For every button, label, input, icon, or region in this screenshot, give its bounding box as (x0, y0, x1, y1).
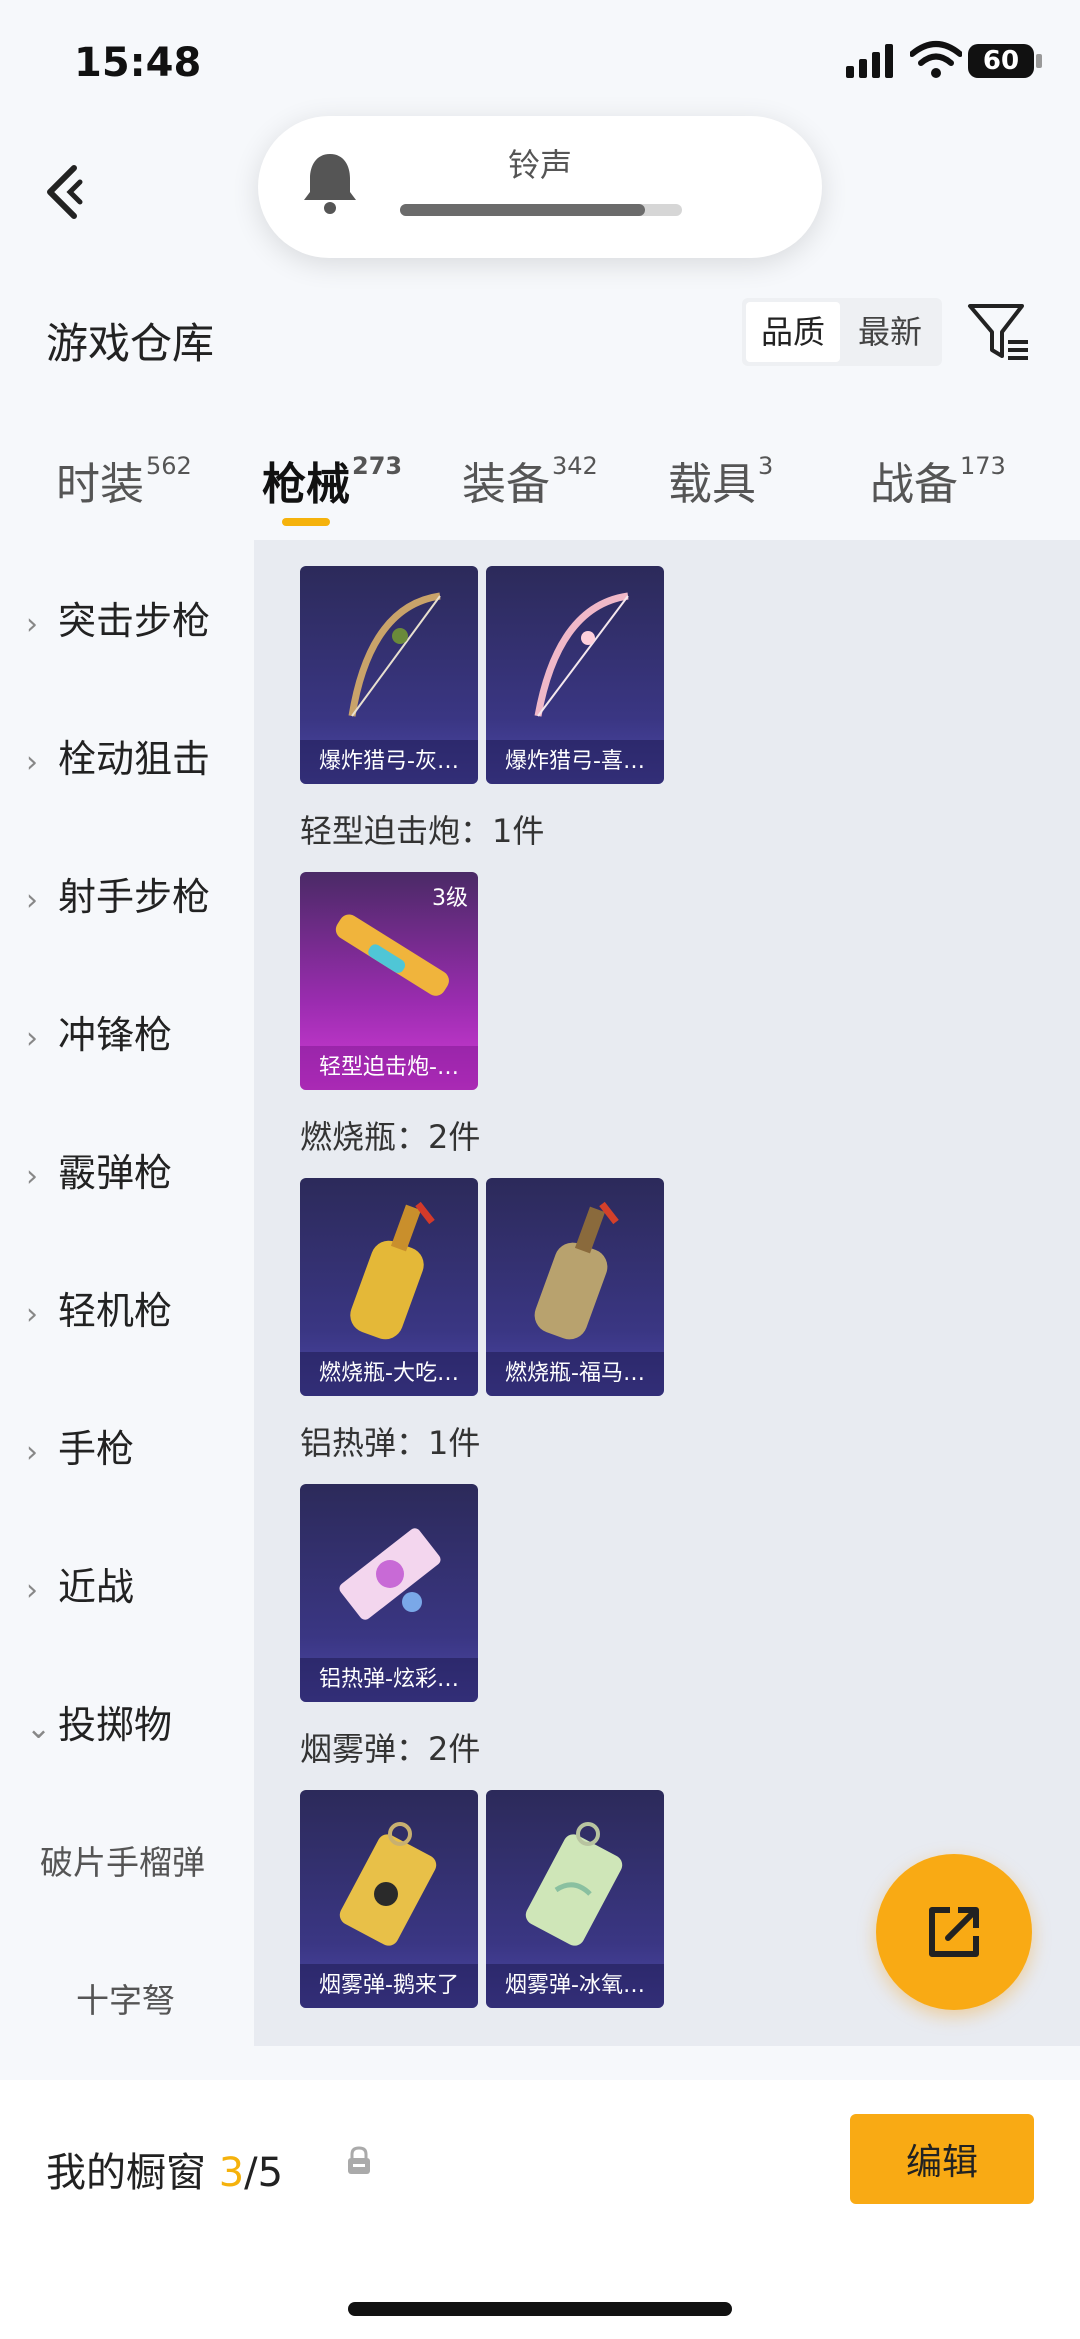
signal-icon (846, 44, 893, 78)
section-title: 燃烧瓶：2件 (300, 1118, 481, 1156)
sidebar-item-shotgun[interactable]: › 霰弹枪 (26, 1142, 172, 1197)
item-card[interactable]: 燃烧瓶-大吃… (300, 1178, 478, 1396)
home-indicator[interactable] (348, 2302, 732, 2316)
sidebar-item-bolt-sniper[interactable]: › 栓动狙击 (26, 728, 210, 783)
bell-icon (304, 154, 356, 214)
sidebar-item-label: 射手步枪 (58, 875, 211, 919)
sidebar-item-label: 栓动狙击 (58, 737, 211, 781)
section-title: 烟雾弹：2件 (300, 1730, 481, 1768)
tab-label: 枪械 (262, 459, 350, 510)
showcase-title: 我的橱窗 3/5 (46, 2140, 283, 2198)
item-card[interactable]: 铝热弹-炫彩… (300, 1484, 478, 1702)
sidebar-item-label: 手枪 (58, 1427, 135, 1471)
tab-tactical[interactable]: 战备173 (870, 448, 1006, 512)
item-name: 轻型迫击炮-… (300, 1046, 478, 1090)
chevron-right-icon: › (26, 883, 38, 918)
item-card[interactable]: 爆炸猎弓-喜… (486, 566, 664, 784)
item-name: 爆炸猎弓-灰… (300, 740, 478, 784)
sidebar-item-assault-rifle[interactable]: › 突击步枪 (26, 590, 210, 645)
chevron-down-icon: ⌄ (26, 1711, 52, 1746)
sidebar-subitem-frag-grenade[interactable]: 破片手榴弹 (40, 1836, 205, 1884)
item-name: 爆炸猎弓-喜… (486, 740, 664, 784)
filter-icon[interactable] (966, 302, 1032, 364)
sort-quality-button[interactable]: 品质 (746, 302, 840, 362)
sidebar-item-pistol[interactable]: › 手枪 (26, 1418, 134, 1473)
tab-count: 562 (146, 452, 192, 480)
item-card[interactable]: 烟雾弹-冰氧… (486, 1790, 664, 2008)
edit-button[interactable]: 编辑 (850, 2114, 1034, 2204)
tab-equipment[interactable]: 装备342 (462, 448, 598, 512)
tab-vehicles[interactable]: 载具3 (668, 448, 773, 512)
page-title: 游戏仓库 (46, 319, 215, 368)
ringtone-label: 铃声 (507, 146, 572, 184)
section-title: 轻型迫击炮：1件 (300, 812, 545, 850)
tab-guns[interactable]: 枪械273 (262, 448, 402, 512)
item-name: 烟雾弹-冰氧… (486, 1964, 664, 2008)
smoke-grenade-icon (525, 1822, 623, 1946)
chevron-right-icon: › (26, 607, 38, 642)
chevron-right-icon: › (26, 1297, 38, 1332)
item-card[interactable]: 爆炸猎弓-灰… (300, 566, 478, 784)
item-card[interactable]: 烟雾弹-鹅来了 (300, 1790, 478, 2008)
chevron-right-icon: › (26, 745, 38, 780)
item-name: 铝热弹-炫彩… (300, 1658, 478, 1702)
sidebar-subitem-crossbow[interactable]: 十字弩 (76, 1974, 175, 2022)
item-card[interactable]: 燃烧瓶-福马… (486, 1178, 664, 1396)
tab-count: 342 (552, 452, 598, 480)
battery-tip (1036, 54, 1042, 68)
sidebar-item-label: 近战 (58, 1565, 135, 1609)
smoke-grenade-icon (339, 1822, 437, 1946)
sidebar-item-label: 霰弹枪 (58, 1151, 173, 1195)
sidebar-item-marksman-rifle[interactable]: › 射手步枪 (26, 866, 210, 921)
sort-newest-button[interactable]: 最新 (842, 302, 938, 362)
showcase-total-count: /5 (244, 2150, 284, 2196)
tab-label: 时装 (56, 459, 144, 510)
battery-level: 60 (968, 44, 1034, 78)
bow-icon (348, 592, 441, 717)
tab-count: 173 (960, 452, 1006, 480)
tab-count: 273 (352, 452, 403, 480)
share-fab[interactable] (876, 1854, 1032, 2010)
sidebar-item-label: 轻机枪 (58, 1289, 173, 1333)
sidebar-item-label: 冲锋枪 (58, 1013, 173, 1057)
lock-icon (348, 2146, 370, 2174)
item-name: 燃烧瓶-福马… (486, 1352, 664, 1396)
item-name: 烟雾弹-鹅来了 (300, 1964, 478, 2008)
sidebar-item-label: 投掷物 (58, 1703, 173, 1747)
tab-label: 载具 (668, 459, 756, 510)
thermite-icon (339, 1528, 441, 1620)
section-title: 铝热弹：1件 (300, 1424, 481, 1462)
molotov-icon (350, 1201, 435, 1340)
chevron-right-icon: › (26, 1021, 38, 1056)
sidebar-item-throwables[interactable]: ⌄ 投掷物 (26, 1694, 172, 1749)
chevron-right-icon: › (26, 1435, 38, 1470)
showcase-label: 我的橱窗 (46, 2150, 206, 2196)
bow-icon (534, 592, 629, 717)
molotov-icon (534, 1201, 619, 1340)
active-tab-indicator (282, 518, 330, 526)
chevron-right-icon: › (26, 1573, 38, 1608)
item-level-badge: 3级 (432, 886, 468, 911)
sidebar-item-smg[interactable]: › 冲锋枪 (26, 1004, 172, 1059)
chevron-right-icon: › (26, 1159, 38, 1194)
share-icon (929, 1907, 979, 1957)
back-icon[interactable] (40, 160, 88, 224)
sidebar-item-melee[interactable]: › 近战 (26, 1556, 134, 1611)
item-card[interactable]: 3级 轻型迫击炮-… (300, 872, 478, 1090)
wifi-icon (910, 41, 962, 78)
showcase-current-count: 3 (218, 2150, 245, 2196)
sidebar-item-lmg[interactable]: › 轻机枪 (26, 1280, 172, 1335)
tab-fashion[interactable]: 时装562 (56, 448, 192, 512)
tab-label: 战备 (870, 459, 958, 510)
status-time: 15:48 (74, 40, 202, 86)
sidebar-item-label: 突击步枪 (58, 599, 211, 643)
ringtone-volume-fill (400, 204, 645, 216)
tab-label: 装备 (462, 459, 550, 510)
tab-count: 3 (758, 452, 774, 480)
item-name: 燃烧瓶-大吃… (300, 1352, 478, 1396)
